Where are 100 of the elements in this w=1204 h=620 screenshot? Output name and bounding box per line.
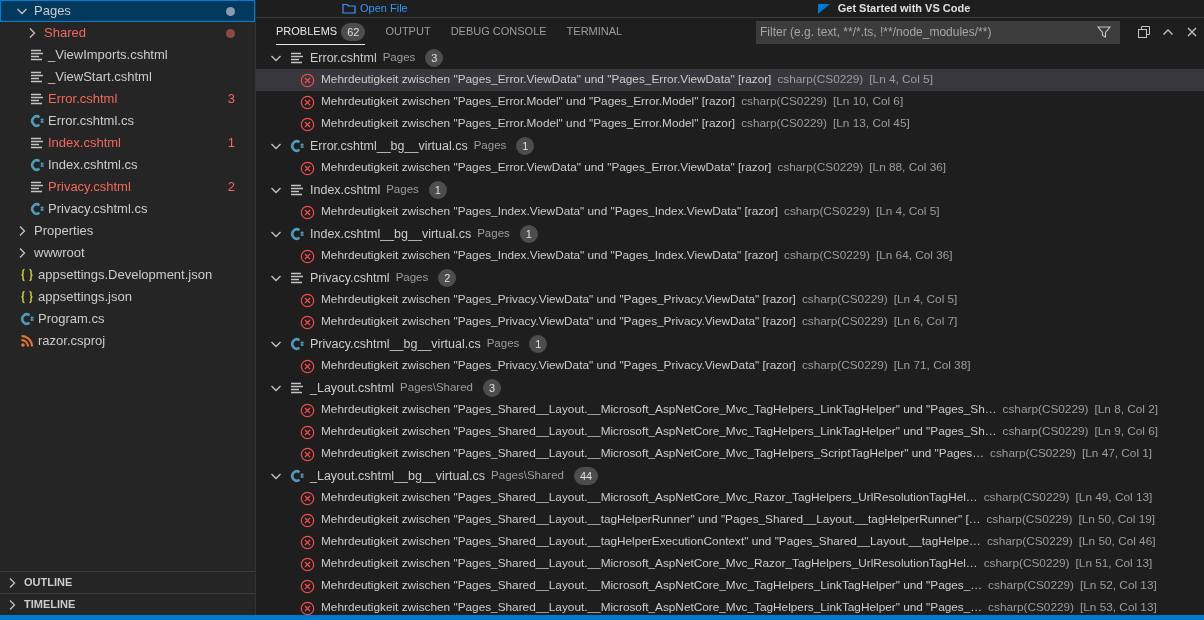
problem-message: Mehrdeutigkeit zwischen "Pages_Index.ViewData" und "Pages_Index.ViewData" [razor] xyxy=(321,203,778,221)
problem-message: Mehrdeutigkeit zwischen "Pages_Error.ViewData" und "Pages_Error.ViewData" [razor] xyxy=(321,71,772,89)
file-row[interactable]: Program.cs xyxy=(0,308,255,330)
problem-row[interactable]: Mehrdeutigkeit zwischen "Pages_Shared__Layout.__Microsoft_AspNetCore_Mvc_Razor_TagHelpers_UrlResolutionTagHel… csharp(CS0229) [Ln 51, Col 13] xyxy=(256,553,1204,575)
file-name: Privacy.cshtml xyxy=(310,269,390,287)
file-row[interactable]: appsettings.json xyxy=(0,286,255,308)
file-path: Pages xyxy=(486,336,520,352)
folder-row[interactable]: wwwroot xyxy=(0,242,255,264)
file-name: Index.cshtml xyxy=(310,181,381,199)
error-icon xyxy=(300,490,315,506)
problem-message: Mehrdeutigkeit zwischen "Pages_Index.ViewData" und "Pages_Index.ViewData" [razor] xyxy=(321,247,778,265)
problem-row[interactable]: Mehrdeutigkeit zwischen "Pages_Shared__Layout.__tagHelperRunner" und "Pages_Shared__Layout.__tagHelperRunner" [… csharp(CS0229) [Ln 50, Col 19] xyxy=(256,509,1204,531)
lines-icon xyxy=(30,49,44,61)
error-icon xyxy=(300,204,315,220)
section-header[interactable]: OUTLINE xyxy=(0,571,255,593)
problem-row[interactable]: Mehrdeutigkeit zwischen "Pages_Index.ViewData" und "Pages_Index.ViewData" [razor] csharp(CS0229) [Ln 64, Col 36] xyxy=(256,245,1204,267)
restore-icon[interactable] xyxy=(1136,24,1152,40)
panel-tab[interactable]: PROBLEMS 62 xyxy=(276,19,366,45)
panel-tab[interactable]: TERMINAL xyxy=(566,19,623,45)
csharp-file-icon xyxy=(290,337,304,351)
problem-group-header[interactable]: Index.cshtml Pages 1 xyxy=(256,179,1204,201)
problem-row[interactable]: Mehrdeutigkeit zwischen "Pages_Shared__Layout.__Microsoft_AspNetCore_Mvc_TagHelpers_LinkTagHelper" und "Pages_Sh… csharp(CS0229) [Ln 9, Col 6] xyxy=(256,421,1204,443)
problem-source: csharp(CS0229) xyxy=(801,313,888,331)
lines-icon xyxy=(30,137,44,149)
file-name: Index.cshtml__bg__virtual.cs xyxy=(310,225,472,243)
problem-location: [Ln 52, Col 13] xyxy=(1080,577,1157,595)
folder-row[interactable]: Pages xyxy=(0,0,255,22)
error-icon xyxy=(300,402,315,418)
csharp-file-icon xyxy=(30,202,44,216)
problem-group-header[interactable]: _Layout.cshtml Pages\Shared 3 xyxy=(256,377,1204,399)
count-badge: 3 xyxy=(425,49,444,67)
error-icon xyxy=(300,292,315,308)
file-row[interactable]: Index.cshtml 1 xyxy=(0,132,255,154)
problem-location: [Ln 8, Col 2] xyxy=(1094,401,1159,419)
problem-group-header[interactable]: Index.cshtml__bg__virtual.cs Pages 1 xyxy=(256,223,1204,245)
file-row[interactable]: Index.cshtml.cs xyxy=(0,154,255,176)
error-icon xyxy=(300,72,315,88)
file-row[interactable]: razor.csproj xyxy=(0,330,255,352)
triangle-icon xyxy=(817,3,830,14)
problem-source: csharp(CS0229) xyxy=(801,357,888,375)
problem-row[interactable]: Mehrdeutigkeit zwischen "Pages_Shared__Layout.__tagHelperExecutionContext" und "Pages_Shared__Layout.__tagHelpe… csharp(CS0229) [Ln 50, Col 46] xyxy=(256,531,1204,553)
problem-row[interactable]: Mehrdeutigkeit zwischen "Pages_Privacy.ViewData" und "Pages_Privacy.ViewData" [razor] csharp(CS0229) [Ln 6, Col 7] xyxy=(256,311,1204,333)
open-file-link[interactable]: Open File xyxy=(360,3,408,14)
file-row[interactable]: _ViewStart.cshtml xyxy=(0,66,255,88)
problem-row[interactable]: Mehrdeutigkeit zwischen "Pages_Shared__Layout.__Microsoft_AspNetCore_Mvc_TagHelpers_LinkTagHelper" und "Pages_Sh… csharp(CS0229) [Ln 8, Col 2] xyxy=(256,399,1204,421)
problem-group-header[interactable]: Privacy.cshtml__bg__virtual.cs Pages 1 xyxy=(256,333,1204,355)
problem-message: Mehrdeutigkeit zwischen "Pages_Shared__Layout.__Microsoft_AspNetCore_Mvc_Razor_TagHelpers_UrlResolutionTagHel… xyxy=(321,555,978,573)
problem-row[interactable]: Mehrdeutigkeit zwischen "Pages_Error.Model" und "Pages_Error.Model" [razor] csharp(CS0229) [Ln 10, Col 6] xyxy=(256,91,1204,113)
problem-group-header[interactable]: Error.cshtml__bg__virtual.cs Pages 1 xyxy=(256,135,1204,157)
problem-group-header[interactable]: Error.cshtml Pages 3 xyxy=(256,47,1204,69)
file-name: Program.cs xyxy=(38,310,105,329)
file-name: Privacy.cshtml__bg__virtual.cs xyxy=(310,335,481,353)
error-icon xyxy=(300,94,315,110)
count-badge: 1 xyxy=(516,137,535,155)
file-path: Pages xyxy=(477,226,510,242)
problem-row[interactable]: Mehrdeutigkeit zwischen "Pages_Error.ViewData" und "Pages_Error.ViewData" [razor] csharp(CS0229) [Ln 4, Col 5] xyxy=(256,69,1204,91)
problem-row[interactable]: Mehrdeutigkeit zwischen "Pages_Error.ViewData" und "Pages_Error.ViewData" [razor] csharp(CS0229) [Ln 88, Col 36] xyxy=(256,157,1204,179)
problem-location: [Ln 4, Col 5] xyxy=(869,71,933,89)
file-name: Shared xyxy=(44,24,86,43)
problem-source: csharp(CS0229) xyxy=(801,291,888,309)
error-icon xyxy=(300,160,315,176)
panel-tab[interactable]: DEBUG CONSOLE xyxy=(450,19,547,45)
problem-group-header[interactable]: Privacy.cshtml Pages 2 xyxy=(256,267,1204,289)
braces-icon xyxy=(20,290,34,304)
file-row[interactable]: Privacy.cshtml 2 xyxy=(0,176,255,198)
problem-location: [Ln 64, Col 36] xyxy=(875,247,953,265)
problem-message: Mehrdeutigkeit zwischen "Pages_Privacy.ViewData" und "Pages_Privacy.ViewData" [razor] xyxy=(321,313,796,331)
count-badge: 1 xyxy=(529,335,548,353)
problem-group-header[interactable]: _Layout.cshtml__bg__virtual.cs Pages\Shared 44 xyxy=(256,465,1204,487)
problem-location: [Ln 53, Col 13] xyxy=(1080,599,1157,615)
file-row[interactable]: appsettings.Development.json xyxy=(0,264,255,286)
error-icon xyxy=(300,556,315,572)
problem-row[interactable]: Mehrdeutigkeit zwischen "Pages_Shared__Layout.__Microsoft_AspNetCore_Mvc_Razor_TagHelpers_UrlResolutionTagHel… csharp(CS0229) [Ln 49, Col 13] xyxy=(256,487,1204,509)
problem-row[interactable]: Mehrdeutigkeit zwischen "Pages_Index.ViewData" und "Pages_Index.ViewData" [razor] csharp(CS0229) [Ln 4, Col 5] xyxy=(256,201,1204,223)
csharp-file-icon xyxy=(20,312,34,326)
file-name: _ViewImports.cshtml xyxy=(48,46,168,65)
problem-row[interactable]: Mehrdeutigkeit zwischen "Pages_Shared__Layout.__Microsoft_AspNetCore_Mvc_TagHelpers_LinkTagHelper" und "Pages_… csharp(CS0229) [Ln 52, Col 13] xyxy=(256,575,1204,597)
braces-icon xyxy=(20,268,34,282)
file-row[interactable]: Error.cshtml.cs xyxy=(0,110,255,132)
file-row[interactable]: _ViewImports.cshtml xyxy=(0,44,255,66)
file-row[interactable]: Error.cshtml 3 xyxy=(0,88,255,110)
filter-field[interactable]: Filter (e.g. text, **/*.ts, !**/node_modules/**) xyxy=(756,20,1120,44)
count-badge: 1 xyxy=(519,225,538,243)
file-path: Pages xyxy=(386,182,419,198)
folder-row[interactable]: Properties xyxy=(0,220,255,242)
problem-row[interactable]: Mehrdeutigkeit zwischen "Pages_Shared__Layout.__Microsoft_AspNetCore_Mvc_TagHelpers_ScriptTagHelper" und "Pages… csharp(CS0229) [Ln 47, Col 1] xyxy=(256,443,1204,465)
panel-tab[interactable]: OUTPUT xyxy=(385,19,431,45)
file-row[interactable]: Privacy.cshtml.cs xyxy=(0,198,255,220)
problem-row[interactable]: Mehrdeutigkeit zwischen "Pages_Shared__Layout.__Microsoft_AspNetCore_Mvc_TagHelpers_LinkTagHelper" und "Pages_… csharp(CS0229) [Ln 53, Col 13] xyxy=(256,597,1204,615)
problem-row[interactable]: Mehrdeutigkeit zwischen "Pages_Privacy.ViewData" und "Pages_Privacy.ViewData" [razor] csharp(CS0229) [Ln 4, Col 5] xyxy=(256,289,1204,311)
problem-message: Mehrdeutigkeit zwischen "Pages_Shared__Layout.__tagHelperExecutionContext" und "Pages_Shared__Layout.__tagHelpe… xyxy=(321,533,981,551)
file-path: Pages xyxy=(473,138,507,154)
file-path: Pages xyxy=(395,270,429,286)
problem-row[interactable]: Mehrdeutigkeit zwischen "Pages_Error.Model" und "Pages_Error.Model" [razor] csharp(CS0229) [Ln 13, Col 45] xyxy=(256,113,1204,135)
file-name: wwwroot xyxy=(34,244,85,263)
problem-row[interactable]: Mehrdeutigkeit zwischen "Pages_Privacy.ViewData" und "Pages_Privacy.ViewData" [razor] csharp(CS0229) [Ln 71, Col 38] xyxy=(256,355,1204,377)
error-icon xyxy=(300,534,315,550)
error-count: 1 xyxy=(227,134,235,153)
problem-location: [Ln 88, Col 36] xyxy=(869,159,947,177)
folder-row[interactable]: Shared xyxy=(0,22,255,44)
